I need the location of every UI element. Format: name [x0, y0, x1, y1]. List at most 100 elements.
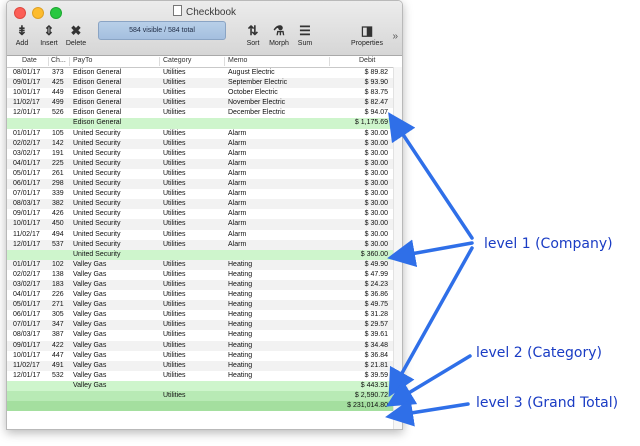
table-row[interactable]: 04/01/17 226 Valley Gas Utilities Heating $ 3…	[7, 290, 402, 300]
table-row[interactable]: 01/01/17 105 United Security Utilities Alarm…	[7, 129, 402, 139]
sort-button[interactable]: ⇅ Sort	[243, 23, 263, 47]
table-row[interactable]: 06/01/17 298 United Security Utilities Alarm…	[7, 179, 402, 190]
cell-payto: Valley Gas	[73, 280, 107, 288]
vertical-scrollbar[interactable]	[393, 67, 402, 429]
insert-button[interactable]: ⇕ Insert	[37, 23, 61, 47]
delete-button[interactable]: ✖ Delete	[63, 23, 89, 47]
cell-memo: Alarm	[228, 240, 247, 248]
cell-memo: Heating	[228, 301, 253, 309]
delete-icon: ✖	[70, 23, 82, 38]
column-date[interactable]: Date	[22, 57, 37, 64]
column-memo[interactable]: Memo	[228, 57, 247, 64]
cell-payto: Valley Gas	[73, 291, 107, 299]
cell-debit: $ 1,175.69	[354, 119, 388, 127]
sum-icon: ☰	[299, 23, 311, 38]
table-row[interactable]: 12/01/17 537 United Security Utilities Alarm…	[7, 239, 402, 250]
cell-category: Utilities	[163, 79, 186, 87]
grand-total-row[interactable]: $ 231,014.80	[7, 401, 402, 412]
cell-check: 422	[52, 341, 64, 349]
cell-payto: Valley Gas	[73, 371, 107, 379]
add-icon: ⇟	[16, 23, 28, 38]
table-row[interactable]: 09/01/17 426 United Security Utilities Alarm…	[7, 209, 402, 219]
table-row[interactable]: 07/01/17 339 United Security Utilities Alarm…	[7, 189, 402, 199]
cell-memo: October Electric	[228, 89, 278, 97]
cell-payto: United Security	[73, 210, 121, 218]
table-row[interactable]: 10/01/17 450 United Security Utilities Alarm…	[7, 219, 402, 230]
cell-date: 10/01/17	[13, 220, 41, 228]
cell-memo: Alarm	[228, 129, 247, 137]
table-row[interactable]: 11/02/17 499 Edison General Utilities Novemb…	[7, 98, 402, 109]
table-row[interactable]: 11/02/17 491 Valley Gas Utilities Heating $ 2…	[7, 360, 402, 371]
annotation-level1: level 1 (Company)	[484, 236, 613, 252]
cell-memo: Alarm	[228, 159, 247, 167]
table-row[interactable]: 06/01/17 305 Valley Gas Utilities Heating $ 3…	[7, 310, 402, 320]
cell-debit: $ 30.00	[364, 240, 388, 248]
table-row[interactable]: 08/03/17 382 United Security Utilities Alarm…	[7, 199, 402, 210]
column-payto[interactable]: PayTo	[73, 57, 92, 64]
column-check[interactable]: Ch...	[51, 57, 66, 64]
table-row[interactable]: 10/01/17 449 Edison General Utilities Octobe…	[7, 88, 402, 98]
table-row[interactable]: 10/01/17 447 Valley Gas Utilities Heating $ 3…	[7, 351, 402, 361]
table-row[interactable]: 12/01/17 532 Valley Gas Utilities Heating $ 3…	[7, 371, 402, 381]
subtotal-row[interactable]: Edison General $ 1,175.69	[7, 118, 402, 129]
cell-check: 447	[52, 351, 64, 359]
table-row[interactable]: 09/01/17 422 Valley Gas Utilities Heating $ 3…	[7, 340, 402, 351]
cell-date: 06/01/17	[13, 180, 41, 188]
subtotal-row[interactable]: United Security $ 360.00	[7, 249, 402, 260]
table-row[interactable]: 02/02/17 138 Valley Gas Utilities Heating $ 4…	[7, 270, 402, 280]
table-row[interactable]: 03/02/17 191 United Security Utilities Alarm…	[7, 149, 402, 159]
arrow-level2-category	[386, 354, 472, 407]
cell-payto: Valley Gas	[73, 311, 107, 319]
table-row[interactable]: 04/01/17 225 United Security Utilities Alarm…	[7, 158, 402, 169]
table-row[interactable]: 01/01/17 102 Valley Gas Utilities Heating $ 4…	[7, 259, 402, 270]
cell-memo: December Electric	[228, 109, 286, 117]
table-row[interactable]: 08/03/17 387 Valley Gas Utilities Heating $ 3…	[7, 330, 402, 340]
toolbar-overflow-icon[interactable]: »	[392, 31, 398, 42]
cell-date: 05/01/17	[13, 169, 41, 177]
cell-date: 08/03/17	[13, 200, 41, 208]
cell-check: 105	[52, 129, 64, 137]
cell-memo: Alarm	[228, 180, 247, 188]
cell-category: Utilities	[163, 69, 186, 76]
morph-button[interactable]: ⚗ Morph	[265, 23, 293, 47]
cell-date: 09/01/17	[13, 341, 41, 349]
add-button[interactable]: ⇟ Add	[11, 23, 33, 47]
table-row[interactable]: 08/01/17 373 Edison General Utilities August…	[7, 68, 402, 78]
column-debit[interactable]: Debit	[359, 57, 375, 64]
cell-date: 01/01/17	[13, 129, 41, 137]
cell-debit: $ 36.84	[364, 351, 388, 359]
cell-payto: Valley Gas	[73, 351, 107, 359]
cell-category: Utilities	[163, 159, 186, 167]
table-row[interactable]: 12/01/17 526 Edison General Utilities Decemb…	[7, 108, 402, 118]
cell-category: Utilities	[163, 301, 186, 309]
cell-category: Utilities	[163, 139, 186, 147]
cell-payto: Valley Gas	[73, 341, 107, 349]
cell-category: Utilities	[163, 109, 186, 117]
table-row[interactable]: 05/01/17 261 United Security Utilities Alarm…	[7, 169, 402, 179]
cell-payto: United Security	[73, 240, 121, 248]
cell-check: 387	[52, 331, 64, 339]
cell-check: 347	[52, 321, 64, 329]
table-row[interactable]: 07/01/17 347 Valley Gas Utilities Heating $ 2…	[7, 320, 402, 331]
table-row[interactable]: 03/02/17 183 Valley Gas Utilities Heating $ 2…	[7, 279, 402, 291]
cell-check: 138	[52, 270, 64, 278]
properties-button[interactable]: ◨ Properties	[349, 23, 385, 47]
table-row[interactable]: 02/02/17 142 United Security Utilities Alarm…	[7, 138, 402, 149]
table-row[interactable]: 05/01/17 271 Valley Gas Utilities Heating $ 4…	[7, 300, 402, 311]
cell-debit: $ 83.75	[364, 89, 388, 97]
cell-category: Utilities	[163, 220, 186, 228]
table-row[interactable]: 09/01/17 425 Edison General Utilities Septem…	[7, 78, 402, 89]
cell-debit: $ 34.48	[364, 341, 388, 349]
column-category[interactable]: Category	[163, 57, 191, 64]
cell-debit: $ 30.00	[364, 200, 388, 208]
table-row[interactable]: 11/02/17 494 United Security Utilities Alarm…	[7, 230, 402, 240]
cell-category: Utilities	[163, 351, 186, 359]
sum-button[interactable]: ☰ Sum	[295, 23, 315, 47]
subtotal-row[interactable]: Valley Gas $ 443.91	[7, 380, 402, 391]
cell-payto: Valley Gas	[73, 270, 107, 278]
subtotal-row[interactable]: Utilities $ 2,590.72	[7, 391, 402, 402]
sort-icon: ⇅	[247, 23, 259, 38]
cell-check: 494	[52, 230, 64, 238]
cell-memo: Heating	[228, 341, 253, 349]
cell-debit: $ 30.00	[364, 129, 388, 137]
